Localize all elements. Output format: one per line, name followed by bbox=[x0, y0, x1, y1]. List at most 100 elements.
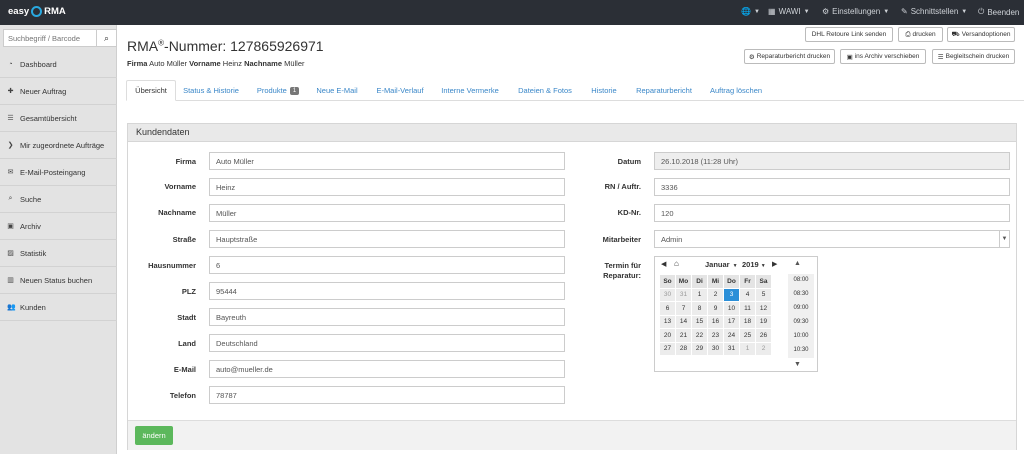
einstellungen-menu[interactable]: ⚙ Einstellungen ▼ bbox=[822, 7, 889, 16]
rn-auftr-field[interactable]: 3336 bbox=[654, 178, 1010, 196]
sidebar-item-zugeordnete-auftraege[interactable]: ❯ Mir zugeordnete Aufträge bbox=[0, 132, 117, 159]
calendar-day[interactable]: 29 bbox=[691, 341, 708, 356]
nachname-field[interactable]: Müller bbox=[209, 204, 565, 222]
calendar-day[interactable]: 1 bbox=[691, 287, 708, 302]
calendar-day[interactable]: 1 bbox=[739, 341, 756, 356]
year-select[interactable]: 2019 ▼ bbox=[742, 260, 766, 269]
calendar-day[interactable]: 30 bbox=[659, 287, 676, 302]
calendar-day[interactable]: 7 bbox=[675, 301, 692, 316]
sidebar-item-neuer-auftrag[interactable]: ✚ Neuer Auftrag bbox=[0, 78, 117, 105]
reparaturbericht-drucken-button[interactable]: ⚙ Reparaturbericht drucken bbox=[744, 49, 835, 64]
kd-nr-field[interactable]: 120 bbox=[654, 204, 1010, 222]
beenden-label: Beenden bbox=[987, 7, 1020, 17]
land-field[interactable]: Deutschland bbox=[209, 334, 565, 352]
calendar-day[interactable]: 18 bbox=[739, 314, 756, 329]
calendar-day[interactable]: 4 bbox=[739, 287, 756, 302]
plz-field[interactable]: 95444 bbox=[209, 282, 565, 300]
month-select[interactable]: Januar ▼ bbox=[705, 260, 741, 269]
stadt-field[interactable]: Bayreuth bbox=[209, 308, 565, 326]
calendar-day[interactable]: 19 bbox=[755, 314, 772, 329]
prev-month-icon[interactable]: ◀ bbox=[661, 260, 666, 268]
search-button[interactable]: ⌕ bbox=[96, 30, 116, 46]
time-up-icon[interactable]: ▲ bbox=[794, 260, 801, 267]
calendar-day[interactable]: 14 bbox=[675, 314, 692, 329]
sidebar-item-label: Suche bbox=[20, 194, 42, 204]
time-option[interactable]: 09:00 bbox=[788, 302, 814, 316]
sidebar-item-statistik[interactable]: ▨ Statistik bbox=[0, 240, 117, 267]
time-option[interactable]: 10:30 bbox=[788, 344, 814, 358]
calendar-day[interactable]: 21 bbox=[675, 328, 692, 343]
calendar-day[interactable]: 31 bbox=[675, 287, 692, 302]
print-button[interactable]: ⎙ drucken bbox=[898, 27, 943, 42]
dhl-retoure-button[interactable]: DHL Retoure Link senden bbox=[805, 27, 893, 42]
strasse-field[interactable]: Hauptstraße bbox=[209, 230, 565, 248]
calendar-day[interactable]: 8 bbox=[691, 301, 708, 316]
calendar-day[interactable]: 2 bbox=[755, 341, 772, 356]
sidebar-item-archiv[interactable]: ▣ Archiv bbox=[0, 213, 117, 240]
beenden-link[interactable]: ⏻ Beenden bbox=[978, 7, 1019, 17]
caret-down-icon: ▼ bbox=[803, 8, 810, 15]
versandoptionen-button[interactable]: ⛟ Versandoptionen bbox=[947, 27, 1015, 42]
vorname-field[interactable]: Heinz bbox=[209, 178, 565, 196]
time-option[interactable]: 10:00 bbox=[788, 330, 814, 344]
hausnummer-field[interactable]: 6 bbox=[209, 256, 565, 274]
calendar-day[interactable]: 30 bbox=[707, 341, 724, 356]
telefon-field[interactable]: 78787 bbox=[209, 386, 565, 404]
archiv-verschieben-button[interactable]: ▣ ins Archiv verschieben bbox=[840, 49, 926, 64]
tab-historie[interactable]: Historie bbox=[584, 80, 624, 101]
tab-interne-vermerke[interactable]: Interne Vermerke bbox=[436, 80, 504, 101]
home-icon[interactable]: ⌂ bbox=[674, 259, 679, 268]
sidebar-item-neuen-status[interactable]: ▥ Neuen Status buchen bbox=[0, 267, 117, 294]
next-month-icon[interactable]: ▶ bbox=[772, 260, 777, 268]
calendar-day[interactable]: 16 bbox=[707, 314, 724, 329]
firma-field[interactable]: Auto Müller bbox=[209, 152, 565, 170]
sidebar-item-suche[interactable]: ⌕ Suche bbox=[0, 186, 117, 213]
calendar-day[interactable]: 27 bbox=[659, 341, 676, 356]
language-menu[interactable]: 🌐 ▼ bbox=[741, 7, 760, 16]
calendar-day[interactable]: 28 bbox=[675, 341, 692, 356]
calendar-day[interactable]: 20 bbox=[659, 328, 676, 343]
sidebar-item-email-posteingang[interactable]: ✉ E-Mail-Posteingang bbox=[0, 159, 117, 186]
mitarbeiter-select[interactable]: Admin ▼ bbox=[654, 230, 1010, 248]
sidebar-item-gesamtuebersicht[interactable]: ☰ Gesamtübersicht bbox=[0, 105, 117, 132]
calendar-day[interactable]: 31 bbox=[723, 341, 740, 356]
tab-dateien-fotos[interactable]: Dateien & Fotos bbox=[512, 80, 578, 101]
tab-produkte[interactable]: Produkte 1 bbox=[250, 80, 306, 101]
calendar-day[interactable]: 11 bbox=[739, 301, 756, 316]
calendar-day[interactable]: 12 bbox=[755, 301, 772, 316]
email-field[interactable]: auto@mueller.de bbox=[209, 360, 565, 378]
app-logo[interactable]: easy RMA bbox=[8, 6, 66, 17]
calendar-day[interactable]: 23 bbox=[707, 328, 724, 343]
sidebar-item-kunden[interactable]: 👥 Kunden bbox=[0, 294, 117, 321]
save-button[interactable]: ändern bbox=[135, 426, 173, 445]
sidebar-item-dashboard[interactable]: ◔ Dashboard bbox=[0, 51, 117, 78]
calendar-day[interactable]: 17 bbox=[723, 314, 740, 329]
calendar-day[interactable]: 24 bbox=[723, 328, 740, 343]
calendar-day[interactable]: 13 bbox=[659, 314, 676, 329]
calendar-day[interactable]: 15 bbox=[691, 314, 708, 329]
time-option[interactable]: 09:30 bbox=[788, 316, 814, 330]
schnittstellen-menu[interactable]: ✎ Schnittstellen ▼ bbox=[901, 7, 967, 16]
time-option[interactable]: 08:00 bbox=[788, 274, 814, 288]
tab-reparaturbericht[interactable]: Reparaturbericht bbox=[630, 80, 698, 101]
tab-auftrag-loeschen[interactable]: Auftrag löschen bbox=[704, 80, 768, 101]
calendar-day[interactable]: 6 bbox=[659, 301, 676, 316]
begleitschein-drucken-button[interactable]: ☰ Begleitschein drucken bbox=[932, 49, 1015, 64]
tab-uebersicht[interactable]: Übersicht bbox=[126, 80, 176, 101]
time-down-icon[interactable]: ▼ bbox=[794, 361, 801, 368]
tab-neue-email[interactable]: Neue E-Mail bbox=[312, 80, 362, 101]
time-option[interactable]: 08:30 bbox=[788, 288, 814, 302]
search-input[interactable] bbox=[4, 30, 96, 46]
calendar-day[interactable]: 9 bbox=[707, 301, 724, 316]
calendar-day[interactable]: 10 bbox=[723, 301, 740, 316]
sidebar: ⌕ ◔ Dashboard ✚ Neuer Auftrag ☰ Gesamtübers… bbox=[0, 25, 117, 454]
calendar-day-selected[interactable]: 3 bbox=[723, 287, 740, 302]
tab-status-historie[interactable]: Status & Historie bbox=[178, 80, 244, 101]
calendar-day[interactable]: 5 bbox=[755, 287, 772, 302]
calendar-day[interactable]: 26 bbox=[755, 328, 772, 343]
calendar-day[interactable]: 25 bbox=[739, 328, 756, 343]
calendar-day[interactable]: 2 bbox=[707, 287, 724, 302]
tab-email-verlauf[interactable]: E-Mail-Verlauf bbox=[370, 80, 430, 101]
wawi-menu[interactable]: ▦ WAWI ▼ bbox=[768, 7, 810, 16]
calendar-day[interactable]: 22 bbox=[691, 328, 708, 343]
